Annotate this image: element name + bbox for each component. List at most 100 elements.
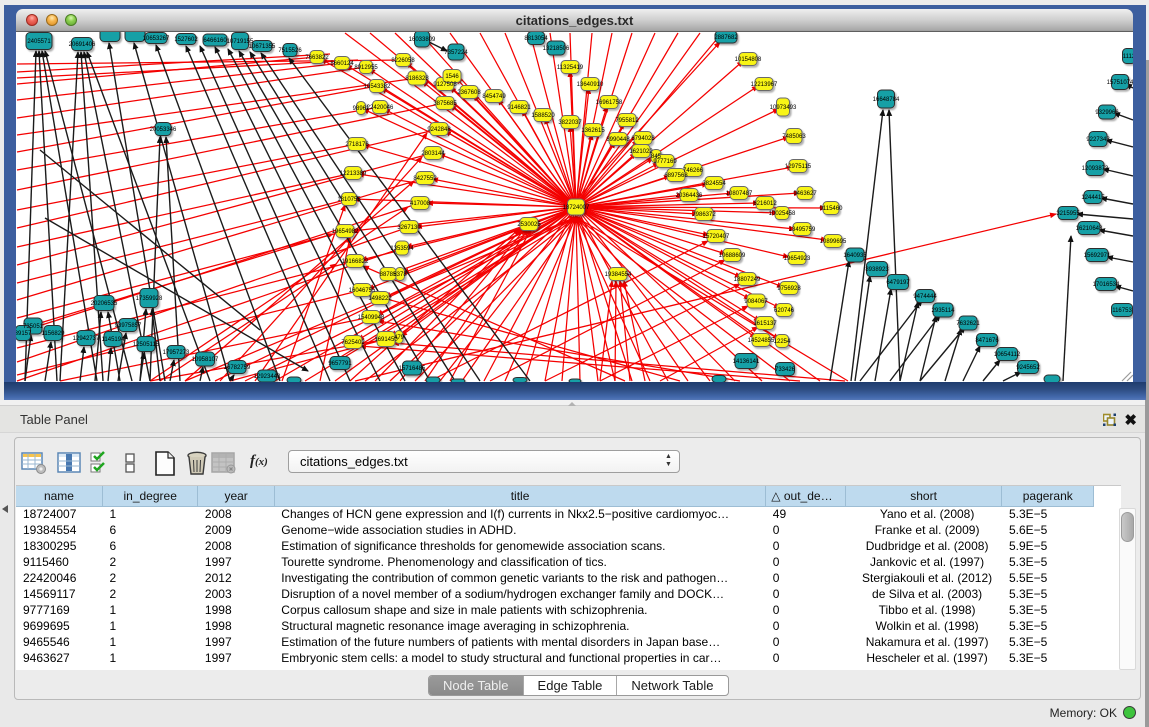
svg-text:3822037: 3822037 (558, 120, 582, 126)
svg-text:2803144: 2803144 (421, 151, 445, 157)
svg-text:9084067: 9084067 (744, 299, 768, 305)
svg-text:17957273: 17957273 (163, 350, 190, 356)
svg-text:1362615: 1362615 (581, 128, 605, 134)
svg-text:8427552: 8427552 (413, 176, 437, 182)
svg-text:13495759: 13495759 (789, 227, 816, 233)
svg-text:17016534: 17016534 (1093, 282, 1120, 288)
svg-text:7485063: 7485063 (782, 134, 806, 140)
svg-text:1527602: 1527602 (174, 37, 198, 43)
svg-text:8938923: 8938923 (865, 267, 889, 273)
svg-text:9657791: 9657791 (328, 361, 352, 367)
svg-text:9245652: 9245652 (1016, 365, 1040, 371)
svg-text:9242848: 9242848 (427, 127, 451, 133)
svg-text:1691450: 1691450 (374, 337, 398, 343)
svg-text:12213967: 12213967 (751, 82, 778, 88)
svg-text:15720407: 15720407 (703, 234, 730, 240)
svg-text:8186328: 8186328 (405, 76, 429, 82)
svg-text:16961758: 16961758 (596, 100, 623, 106)
svg-text:16782759: 16782759 (224, 365, 251, 371)
svg-text:2530025: 2530025 (517, 222, 541, 228)
svg-text:7955812: 7955812 (615, 118, 639, 124)
svg-text:98961: 98961 (353, 106, 370, 112)
svg-text:1621022: 1621022 (629, 149, 653, 155)
svg-text:8454749: 8454749 (482, 94, 506, 100)
svg-text:19166822: 19166822 (342, 259, 369, 265)
svg-text:6794028: 6794028 (631, 136, 655, 142)
svg-text:2718176: 2718176 (345, 142, 369, 148)
svg-text:15692971: 15692971 (1084, 253, 1111, 259)
svg-text:8990448: 8990448 (606, 137, 630, 143)
svg-text:417008: 417008 (410, 201, 431, 207)
svg-text:12923448: 12923448 (254, 374, 281, 380)
svg-text:12975115: 12975115 (785, 164, 812, 170)
svg-text:116753: 116753 (1112, 308, 1132, 314)
svg-text:19654982: 19654982 (332, 229, 359, 235)
svg-text:10973493: 10973493 (770, 105, 797, 111)
svg-text:16046755: 16046755 (349, 288, 376, 294)
svg-text:39157: 39157 (16, 331, 32, 337)
svg-text:3267130: 3267130 (397, 225, 421, 231)
svg-text:2405571: 2405571 (27, 39, 51, 45)
svg-text:7357224: 7357224 (444, 50, 468, 56)
svg-text:1810755: 1810755 (337, 197, 361, 203)
svg-text:3875685: 3875685 (433, 101, 457, 107)
svg-text:10654112: 10654112 (994, 352, 1021, 358)
svg-text:11325419: 11325419 (557, 65, 584, 71)
svg-text:20206535: 20206535 (91, 301, 118, 307)
svg-text:8226058: 8226058 (391, 58, 415, 64)
svg-text:1546: 1546 (445, 74, 459, 80)
svg-text:1156829: 1156829 (42, 331, 66, 337)
svg-text:14524855: 14524855 (748, 338, 775, 344)
svg-text:1353594: 1353594 (390, 246, 414, 252)
svg-text:733426: 733426 (775, 367, 796, 373)
svg-text:1244415: 1244415 (1081, 195, 1105, 201)
svg-text:9329966: 9329966 (1095, 110, 1119, 116)
svg-text:14136141: 14136141 (733, 359, 760, 365)
svg-text:15751074: 15751074 (1107, 80, 1133, 86)
svg-text:1145194: 1145194 (102, 337, 126, 343)
svg-text:18807249: 18807249 (734, 277, 761, 283)
svg-text:16033809: 16033809 (409, 37, 436, 43)
svg-text:8813054: 8813054 (524, 36, 548, 42)
svg-text:20691406: 20691406 (69, 42, 96, 48)
svg-text:9463627: 9463627 (793, 191, 817, 197)
svg-text:10025458: 10025458 (769, 211, 796, 217)
svg-text:10958107: 10958107 (192, 357, 219, 363)
svg-text:2887682: 2887682 (714, 35, 738, 41)
svg-text:10688609: 10688609 (719, 253, 746, 259)
svg-text:16543382: 16543382 (364, 84, 391, 90)
svg-text:9127508: 9127508 (433, 82, 457, 88)
svg-text:8471676: 8471676 (975, 338, 999, 344)
svg-text:15716485: 15716485 (399, 366, 426, 372)
svg-text:20364436: 20364436 (676, 193, 703, 199)
svg-text:1588520: 1588520 (531, 113, 555, 119)
svg-text:10671355: 10671355 (249, 44, 276, 50)
svg-text:6897568: 6897568 (664, 173, 688, 179)
svg-text:8660124: 8660124 (330, 61, 354, 67)
svg-text:7663822: 7663822 (305, 55, 329, 61)
svg-text:3824554: 3824554 (702, 181, 726, 187)
svg-text:1112: 1112 (1123, 54, 1133, 60)
svg-text:8912955: 8912955 (354, 65, 378, 71)
svg-text:12505115: 12505115 (133, 342, 160, 348)
svg-text:10899695: 10899695 (820, 239, 847, 245)
svg-text:735051: 735051 (23, 324, 44, 330)
svg-text:7515526: 7515526 (278, 48, 302, 54)
svg-text:19384554: 19384554 (605, 272, 632, 278)
svg-text:7632621: 7632621 (956, 321, 980, 327)
svg-text:9756928: 9756928 (777, 286, 801, 292)
svg-text:3215955: 3215955 (1056, 211, 1080, 217)
svg-text:1640935: 1640935 (843, 253, 867, 259)
svg-text:12254: 12254 (774, 339, 791, 345)
svg-text:10807487: 10807487 (726, 191, 753, 197)
svg-text:9115460: 9115460 (820, 206, 844, 212)
svg-text:18724007: 18724007 (563, 205, 590, 211)
svg-text:2935114: 2935114 (932, 308, 956, 314)
svg-text:12942737: 12942737 (73, 336, 100, 342)
svg-text:10154808: 10154808 (735, 57, 762, 63)
svg-text:7625402: 7625402 (341, 340, 365, 346)
svg-text:13218506: 13218506 (543, 46, 570, 52)
svg-text:1498222: 1498222 (368, 296, 392, 302)
svg-text:2367608: 2367608 (457, 90, 481, 96)
svg-text:93975857: 93975857 (115, 323, 142, 329)
